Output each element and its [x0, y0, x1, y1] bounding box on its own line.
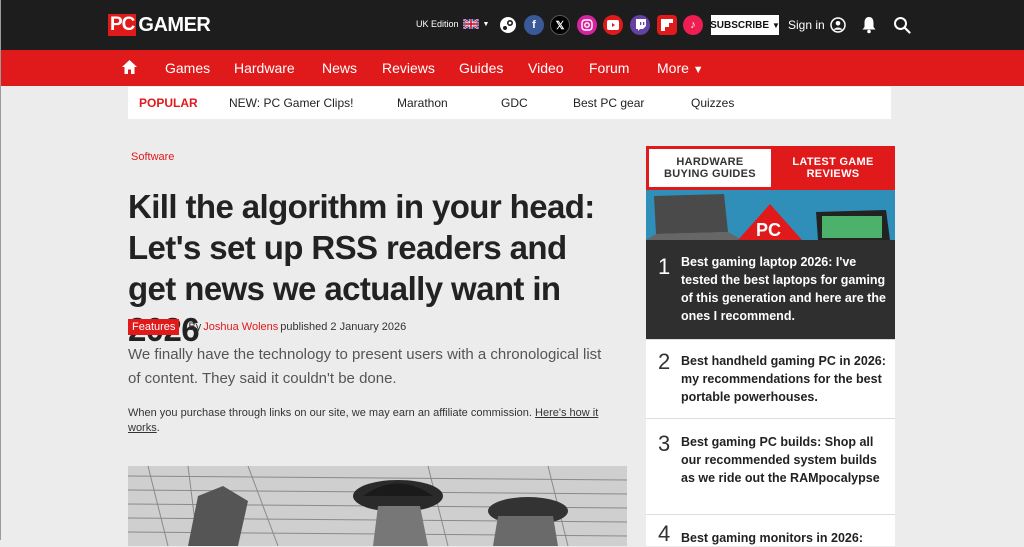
affiliate-text: When you purchase through links on our s…: [128, 407, 532, 419]
nav-guides[interactable]: Guides: [459, 60, 503, 76]
edition-selector[interactable]: UK Edition ▼: [416, 19, 489, 29]
tiktok-icon[interactable]: ♪: [683, 15, 703, 35]
item-number: 2: [658, 349, 671, 374]
x-icon[interactable]: 𝕏: [550, 15, 570, 35]
guide-list-item[interactable]: 1 Best gaming laptop 2026: I've tested t…: [646, 240, 895, 340]
affiliate-end: .: [156, 422, 160, 434]
hero-image: [128, 466, 627, 546]
breadcrumb-category[interactable]: Software: [131, 151, 174, 163]
item-title: Best gaming laptop 2026: I've tested the…: [681, 255, 886, 323]
nav-hardware[interactable]: Hardware: [234, 60, 295, 76]
popular-bar: POPULAR NEW: PC Gamer Clips! Marathon GD…: [128, 87, 891, 119]
pc-gamer-logo[interactable]: PC GAMER: [108, 14, 211, 36]
sidebar-tabs: HARDWARE BUYING GUIDES LATEST GAME REVIE…: [646, 146, 895, 190]
instagram-icon[interactable]: [577, 15, 597, 35]
subscribe-button[interactable]: SUBSCRIBE ▼: [710, 15, 780, 35]
tab-label: LATEST GAME: [792, 156, 874, 168]
youtube-icon[interactable]: [603, 15, 623, 35]
facebook-icon[interactable]: f: [524, 15, 544, 35]
chevron-down-icon: ▼: [482, 20, 490, 28]
item-title: Best gaming PC builds: Shop all our reco…: [681, 435, 880, 485]
promo-badge: PC: [756, 220, 782, 240]
publish-date: published 2 January 2026: [280, 321, 407, 333]
sidebar-widget: HARDWARE BUYING GUIDES LATEST GAME REVIE…: [646, 146, 895, 546]
tab-label: BUYING GUIDES: [664, 168, 756, 180]
edition-label: UK Edition: [416, 19, 459, 29]
twitch-icon[interactable]: [630, 15, 650, 35]
logo-gamer: GAMER: [138, 14, 211, 36]
uk-flag-icon: [462, 19, 479, 29]
guide-list-item[interactable]: 2 Best handheld gaming PC in 2026: my re…: [646, 340, 895, 419]
engraving-illustration: [128, 466, 627, 546]
main-nav: Games Hardware News Reviews Guides Video…: [1, 50, 1024, 86]
bell-icon[interactable]: [861, 16, 877, 34]
subscribe-label: SUBSCRIBE: [710, 19, 769, 31]
item-number: 4: [658, 521, 671, 546]
popular-link[interactable]: Quizzes: [691, 96, 734, 110]
article-standfirst: We finally have the technology to presen…: [128, 346, 602, 387]
tab-latest-game-reviews[interactable]: LATEST GAME REVIEWS: [774, 149, 892, 187]
logo-pc: PC: [108, 14, 137, 36]
author-link[interactable]: Joshua Wolens: [203, 321, 278, 333]
tab-hardware-buying-guides[interactable]: HARDWARE BUYING GUIDES: [649, 149, 771, 187]
nav-more-label: More: [657, 60, 689, 76]
user-icon: [829, 17, 846, 33]
nav-games[interactable]: Games: [165, 60, 210, 76]
item-number: 1: [658, 254, 671, 279]
popular-label: POPULAR: [139, 96, 198, 110]
section-badge[interactable]: Features: [128, 319, 180, 335]
home-icon[interactable]: [121, 59, 138, 75]
nav-video[interactable]: Video: [528, 60, 564, 76]
guide-list-item[interactable]: 4 Best gaming monitors in 2026:: [646, 515, 895, 546]
popular-link[interactable]: NEW: PC Gamer Clips!: [229, 96, 353, 110]
guide-list-item[interactable]: 3 Best gaming PC builds: Shop all our re…: [646, 419, 895, 515]
guide-promo-image[interactable]: PC: [646, 190, 895, 240]
popular-link[interactable]: GDC: [501, 96, 528, 110]
signin-label: Sign in: [788, 18, 825, 32]
chevron-down-icon: ▼: [692, 64, 704, 76]
chevron-down-icon: ▼: [772, 20, 780, 30]
byline: Features By Joshua Wolens published 2 Ja…: [128, 319, 406, 335]
search-icon[interactable]: [893, 16, 911, 34]
byline-by: By: [188, 321, 202, 333]
nav-reviews[interactable]: Reviews: [382, 60, 435, 76]
top-bar: PC GAMER UK Edition ▼ f 𝕏 ♪ SUBSCRIBE ▼ …: [1, 0, 1024, 50]
nav-forum[interactable]: Forum: [589, 60, 629, 76]
tab-label: REVIEWS: [806, 168, 860, 180]
item-title: Best handheld gaming PC in 2026: my reco…: [681, 354, 886, 404]
popular-link[interactable]: Best PC gear: [573, 96, 644, 110]
flipboard-icon[interactable]: [657, 15, 677, 35]
affiliate-disclaimer: When you purchase through links on our s…: [128, 406, 618, 436]
signin-button[interactable]: Sign in: [788, 17, 846, 33]
item-title: Best gaming monitors in 2026:: [681, 531, 863, 545]
steam-icon[interactable]: [498, 15, 518, 35]
nav-more[interactable]: More ▼: [657, 60, 704, 76]
tab-label: HARDWARE: [676, 156, 744, 168]
item-number: 3: [658, 431, 671, 456]
popular-link[interactable]: Marathon: [397, 96, 448, 110]
nav-news[interactable]: News: [322, 60, 357, 76]
